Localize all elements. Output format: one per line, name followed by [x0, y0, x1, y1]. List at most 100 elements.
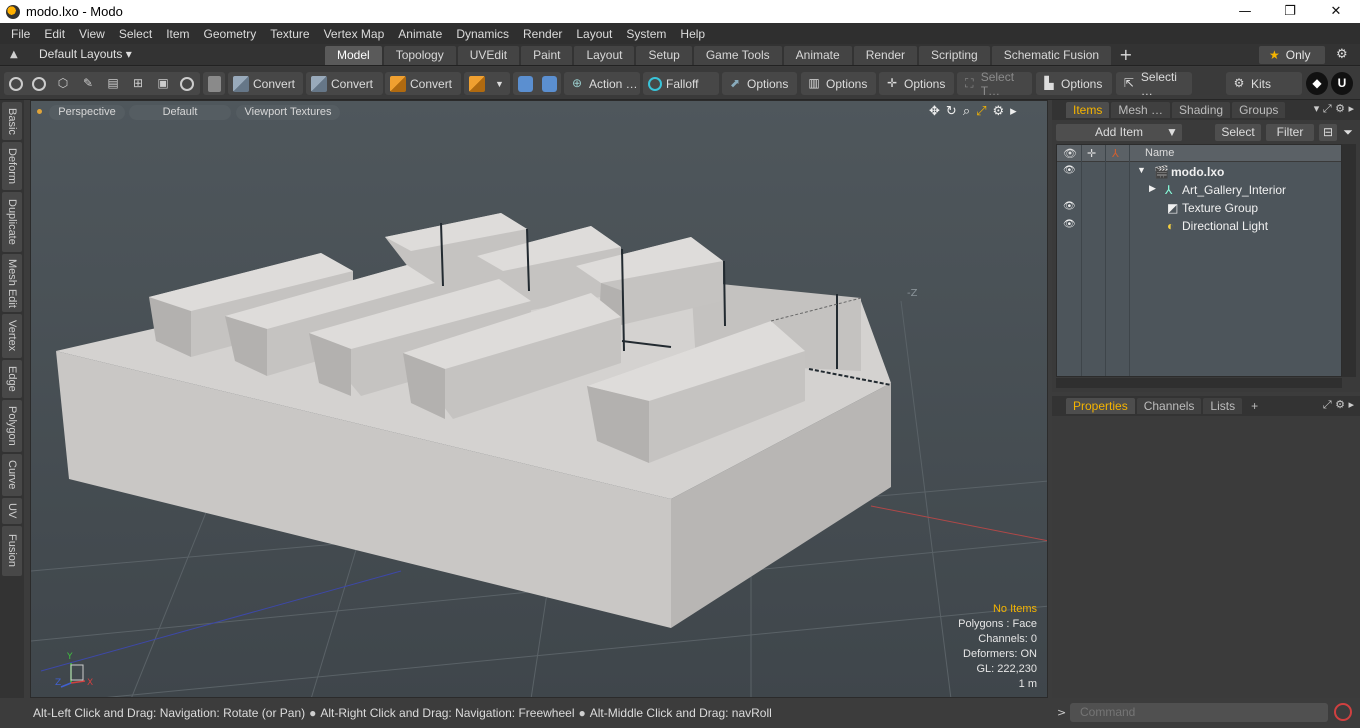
menu-file[interactable]: File — [4, 27, 37, 41]
rotate-view-icon[interactable]: ↻ — [946, 104, 957, 119]
material-mode-icon[interactable]: ▤ — [105, 76, 121, 92]
add-tab-button[interactable]: + — [1113, 46, 1138, 65]
vtab-fusion[interactable]: Fusion — [2, 526, 22, 576]
tab-scripting[interactable]: Scripting — [919, 46, 990, 65]
menu-dynamics[interactable]: Dynamics — [449, 27, 516, 41]
vtab-vertex[interactable]: Vertex — [2, 314, 22, 358]
menu-layout[interactable]: Layout — [569, 27, 619, 41]
center-mode-icon[interactable]: ▣ — [155, 76, 171, 92]
record-icon[interactable] — [1334, 703, 1352, 721]
select-through-button[interactable]: ⛶ Select T… — [957, 70, 1032, 98]
tree-row-texture-group[interactable]: 👁 ◩ Texture Group — [1057, 199, 1341, 217]
vtab-deform[interactable]: Deform — [2, 142, 22, 190]
convert-button-3[interactable]: Convert — [385, 72, 461, 95]
view-gear-icon[interactable]: ⚙ — [993, 104, 1005, 119]
action-center-button[interactable]: ⊕ Action … — [564, 72, 640, 95]
filter-button[interactable]: Filter — [1266, 124, 1314, 141]
convert-button-2[interactable]: Convert — [306, 72, 383, 95]
menu-texture[interactable]: Texture — [263, 27, 316, 41]
tab-render[interactable]: Render — [853, 46, 918, 65]
lock-column-icon[interactable]: ✛ — [1087, 147, 1096, 160]
maximize-button[interactable]: ❐ — [1267, 0, 1313, 23]
vtab-polygon[interactable]: Polygon — [2, 400, 22, 452]
menu-help[interactable]: Help — [673, 27, 712, 41]
polygon-mode-icon[interactable]: ⬡ — [55, 76, 71, 92]
add-panel-tab-button[interactable]: + — [1244, 398, 1265, 414]
options-button-4[interactable]: ▙ Options — [1036, 72, 1112, 95]
menu-geometry[interactable]: Geometry — [197, 27, 264, 41]
move-view-icon[interactable]: ✥ — [929, 104, 940, 119]
menu-vertex-map[interactable]: Vertex Map — [317, 27, 392, 41]
options-button-1[interactable]: ⬈ Options — [722, 72, 797, 95]
funnel-icon[interactable]: ⏷ — [1340, 124, 1356, 141]
expand-right-icon[interactable]: ▶ — [1149, 183, 1156, 194]
workplane-shield-icon[interactable] — [542, 75, 557, 92]
menu-animate[interactable]: Animate — [391, 27, 449, 41]
visibility-column-icon[interactable]: 👁 — [1063, 147, 1077, 160]
tree-row-scene[interactable]: 👁 ▼ 🎬 modo.lxo — [1057, 163, 1341, 181]
kits-button[interactable]: ⚙ Kits — [1226, 72, 1302, 95]
tab-schematic-fusion[interactable]: Schematic Fusion — [991, 46, 1112, 65]
tab-layout[interactable]: Layout — [574, 46, 635, 65]
collapse-icon[interactable]: ⊟ — [1319, 124, 1337, 141]
command-input[interactable] — [1070, 703, 1328, 722]
tab-groups[interactable]: Groups — [1232, 102, 1286, 118]
shield-cube-button[interactable] — [203, 72, 225, 95]
view-arrow-icon[interactable]: ▸ — [1010, 104, 1017, 119]
tab-uvedit[interactable]: UVEdit — [457, 46, 520, 65]
eye-icon[interactable]: 👁 — [1063, 219, 1076, 230]
menu-select[interactable]: Select — [112, 27, 159, 41]
pivot-mode-icon[interactable]: ⊞ — [130, 76, 146, 92]
falloff-button[interactable]: Falloff — [643, 72, 719, 95]
convert-button-1[interactable]: Convert — [228, 72, 303, 95]
item-mode-icon[interactable]: ✎ — [80, 76, 96, 92]
options-button-2[interactable]: ▥ Options — [801, 72, 876, 95]
tab-paint[interactable]: Paint — [521, 46, 573, 65]
menu-item[interactable]: Item — [159, 27, 196, 41]
3d-viewport[interactable]: Y X Z Perspective Default Viewport Textu… — [30, 100, 1048, 698]
vtab-curve[interactable]: Curve — [2, 454, 22, 496]
expand-icon[interactable]: ▼ — [1137, 165, 1146, 175]
tab-lists[interactable]: Lists — [1203, 398, 1243, 414]
viewport-options-dot[interactable] — [37, 109, 42, 114]
tab-model[interactable]: Model — [325, 46, 382, 65]
symmetry-shield-icon[interactable] — [518, 75, 533, 92]
vertex-mode-icon[interactable] — [9, 76, 23, 91]
menu-edit[interactable]: Edit — [37, 27, 72, 41]
zoom-view-icon[interactable]: ⌕ — [963, 104, 970, 119]
tree-vertical-scrollbar[interactable] — [1342, 144, 1356, 377]
eye-icon[interactable]: 👁 — [1063, 201, 1076, 212]
unity-button[interactable]: ◆ — [1306, 72, 1328, 95]
options-button-3[interactable]: ✛ Options — [879, 72, 954, 95]
minimize-button[interactable]: — — [1222, 0, 1268, 23]
tab-properties[interactable]: Properties — [1066, 398, 1135, 414]
vtab-duplicate[interactable]: Duplicate — [2, 192, 22, 252]
tab-animate[interactable]: Animate — [783, 46, 852, 65]
eye-icon[interactable]: 👁 — [1063, 165, 1076, 176]
gear-icon[interactable]: ⚙ — [1336, 47, 1348, 62]
tree-horizontal-scrollbar[interactable] — [1056, 378, 1342, 388]
selection-button[interactable]: ⇱ Selecti … — [1116, 70, 1192, 98]
vtab-uv[interactable]: UV — [2, 498, 22, 524]
panel-controls-icon[interactable]: ▾ ⤢ ⚙ ▸ — [1314, 102, 1354, 116]
panel-controls-icon[interactable]: ⤢ ⚙ ▸ — [1323, 398, 1354, 412]
perspective-button[interactable]: Perspective — [49, 105, 125, 120]
viewport-scene[interactable]: Y X Z — [31, 101, 1048, 698]
tab-topology[interactable]: Topology — [383, 46, 456, 65]
menu-view[interactable]: View — [72, 27, 112, 41]
menu-render[interactable]: Render — [516, 27, 569, 41]
locator-column-icon[interactable]: ⅄ — [1112, 147, 1119, 160]
tab-items[interactable]: Items — [1066, 102, 1110, 118]
close-button[interactable]: ✕ — [1313, 0, 1359, 23]
tab-shading[interactable]: Shading — [1172, 102, 1231, 118]
tree-row-light[interactable]: 👁 ◐ Directional Light — [1057, 217, 1341, 235]
tab-setup[interactable]: Setup — [636, 46, 692, 65]
cube-dropdown-button[interactable]: ▼ — [464, 72, 510, 95]
tree-row-mesh[interactable]: ▶ ⅄ Art_Gallery_Interior — [1057, 181, 1341, 199]
select-button[interactable]: Select — [1215, 124, 1261, 141]
edge-mode-icon[interactable] — [32, 76, 46, 91]
name-column-header[interactable]: Name — [1145, 147, 1174, 159]
shading-default-button[interactable]: Default — [129, 105, 231, 120]
item-tree[interactable]: 👁 ✛ ⅄ Name 👁 ▼ 🎬 modo.lxo ▶ ⅄ Art_Galler… — [1056, 144, 1342, 377]
edge-loop-icon[interactable] — [180, 76, 194, 91]
